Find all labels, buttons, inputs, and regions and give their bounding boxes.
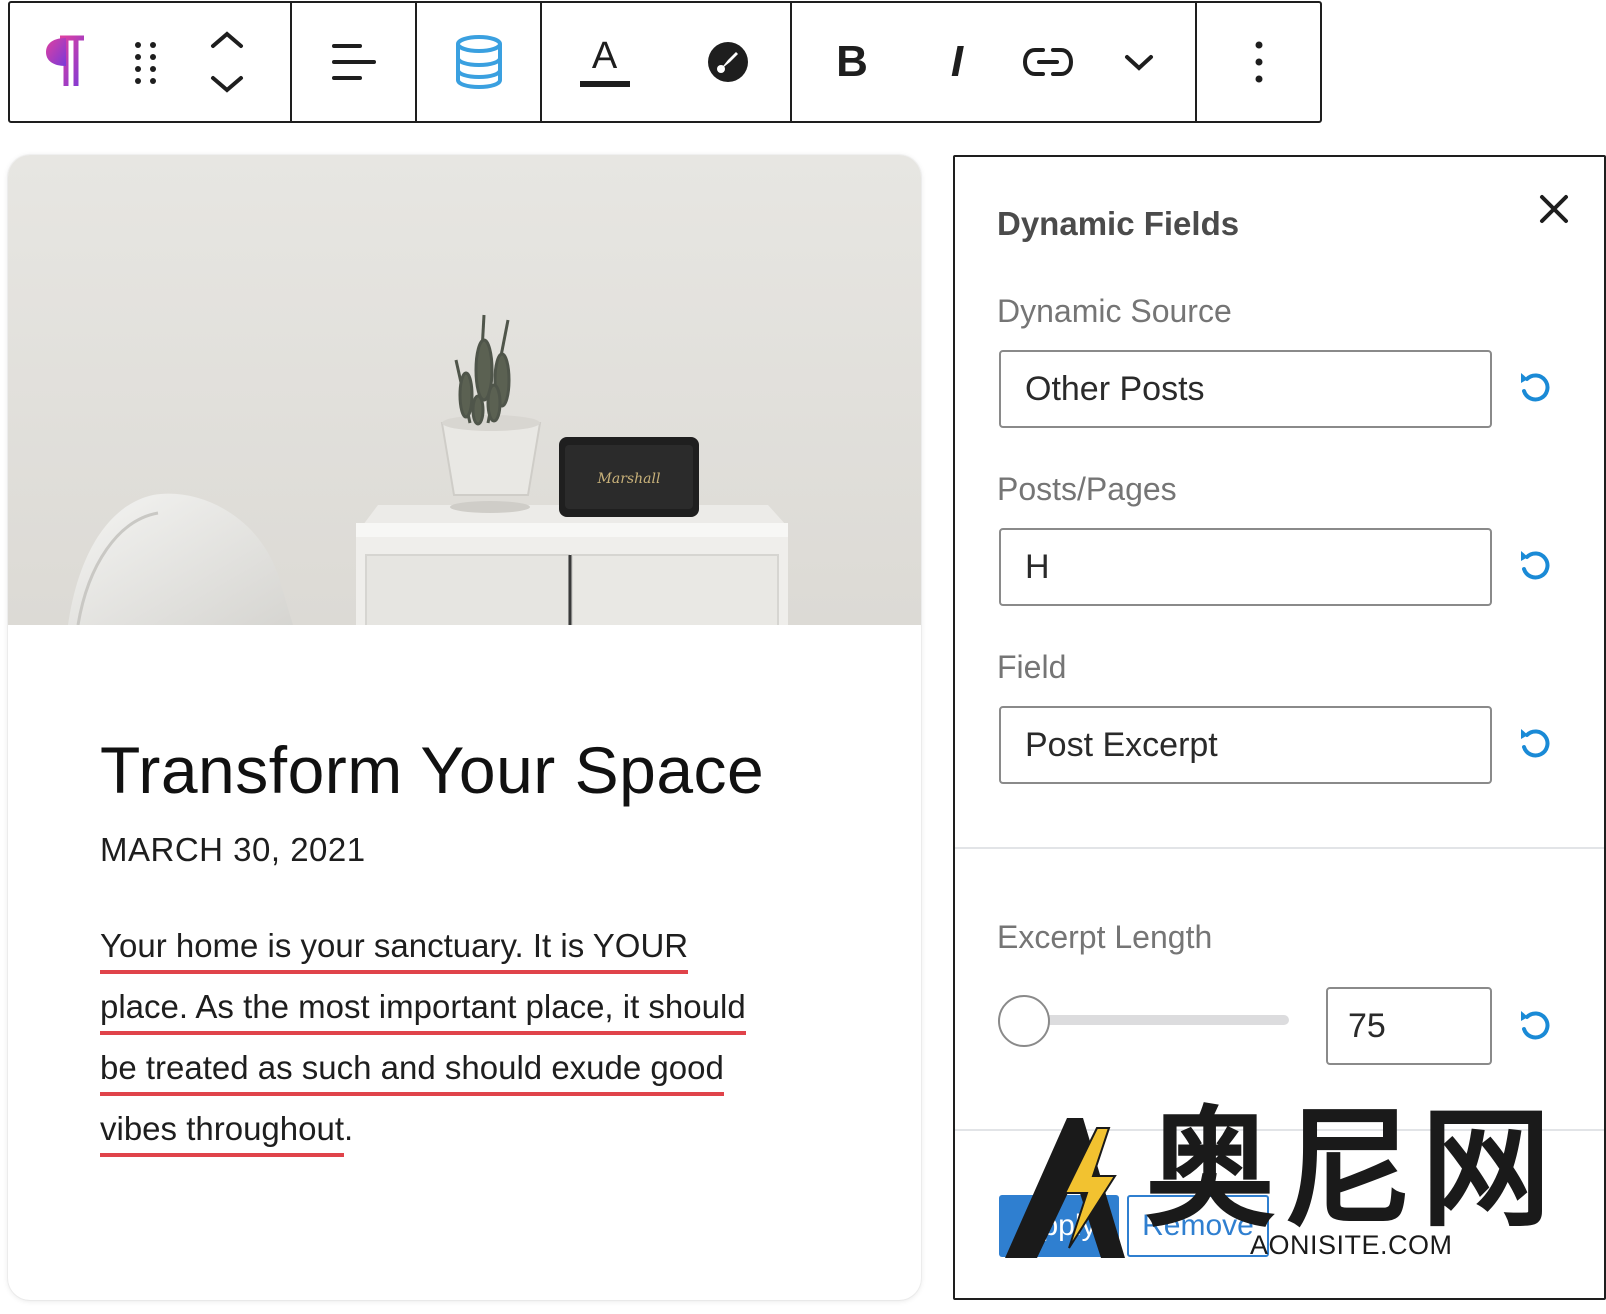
excerpt-text: be treated as such and should exude good (100, 1046, 724, 1096)
reset-icon[interactable] (1515, 545, 1555, 585)
excerpt-end: . (344, 1110, 354, 1147)
field-select[interactable]: Post Excerpt (999, 706, 1492, 784)
excerpt-line: place. As the most important place, it s… (100, 984, 746, 1045)
post-date: MARCH 30, 2021 (100, 831, 366, 868)
database-icon (455, 35, 502, 90)
drag-handle-icon (135, 42, 156, 84)
options-button[interactable] (1197, 3, 1320, 121)
toolbar-group-dynamic (417, 3, 542, 121)
text-color-glyph: A (591, 35, 618, 77)
post-card: Marshall Transform Your Space MARCH 30, … (8, 155, 921, 1300)
toolbar-group-format: B I (792, 3, 1197, 121)
toolbar-group-align (292, 3, 417, 121)
text-color-button[interactable]: A (542, 3, 667, 121)
chevron-down-icon (1125, 55, 1153, 71)
excerpt-line: Your home is your sanctuary. It is YOUR (100, 923, 689, 984)
align-left-icon (331, 44, 376, 80)
link-button[interactable] (1002, 3, 1094, 121)
panel-divider (955, 847, 1604, 849)
align-button[interactable] (292, 3, 415, 121)
more-formats-button[interactable] (1094, 3, 1184, 121)
field-label: Field (997, 649, 1067, 685)
block-toolbar: A B I (8, 1, 1322, 123)
toolbar-group-block (10, 3, 292, 121)
move-up-down-button[interactable] (172, 3, 282, 121)
posts-pages-input[interactable]: H (999, 528, 1492, 606)
excerpt-text: place. As the most important place, it s… (100, 985, 746, 1035)
close-icon[interactable] (1532, 187, 1576, 231)
remove-button[interactable]: Remove (1127, 1195, 1269, 1257)
dynamic-fields-panel: Dynamic Fields Dynamic Source Other Post… (953, 155, 1606, 1300)
bold-icon: B (836, 37, 868, 86)
apply-button[interactable]: Apply (999, 1195, 1119, 1257)
posts-pages-label: Posts/Pages (997, 471, 1177, 507)
link-icon (1023, 48, 1073, 76)
paragraph-icon (46, 35, 84, 86)
dynamic-source-select[interactable]: Other Posts (999, 350, 1492, 428)
post-title: Transform Your Space (100, 733, 765, 807)
move-up-down-icon (211, 31, 243, 93)
drag-button[interactable] (120, 3, 172, 121)
excerpt-length-slider-thumb[interactable] (998, 995, 1050, 1047)
text-color-icon: A (579, 35, 630, 87)
panel-divider (955, 1129, 1604, 1131)
excerpt-line: be treated as such and should exude good (100, 1045, 724, 1106)
dynamic-source-label: Dynamic Source (997, 293, 1232, 329)
more-options-icon (1255, 41, 1262, 83)
excerpt-text: vibes throughout (100, 1107, 345, 1157)
post-excerpt: Your home is your sanctuary. It is YOUR … (100, 923, 860, 1167)
highlight-button[interactable] (667, 3, 788, 121)
reset-icon[interactable] (1515, 1005, 1555, 1045)
dynamic-fields-button[interactable] (417, 3, 540, 121)
excerpt-line: vibes throughout. (100, 1106, 353, 1167)
panel-title: Dynamic Fields (997, 205, 1240, 242)
highlight-icon (707, 42, 748, 82)
toolbar-group-options (1197, 3, 1320, 121)
paragraph-block-button[interactable] (10, 3, 120, 121)
excerpt-text: Your home is your sanctuary. It is YOUR (100, 924, 689, 974)
toolbar-group-color: A (542, 3, 792, 121)
featured-image: Marshall (8, 155, 921, 625)
bold-button[interactable]: B (792, 3, 912, 121)
reset-icon[interactable] (1515, 723, 1555, 763)
excerpt-length-input[interactable]: 75 (1326, 987, 1492, 1065)
italic-button[interactable]: I (912, 3, 1002, 121)
speaker-brand-label: Marshall (597, 471, 661, 487)
reset-icon[interactable] (1515, 367, 1555, 407)
italic-icon: I (950, 37, 964, 86)
excerpt-length-label: Excerpt Length (997, 919, 1213, 955)
